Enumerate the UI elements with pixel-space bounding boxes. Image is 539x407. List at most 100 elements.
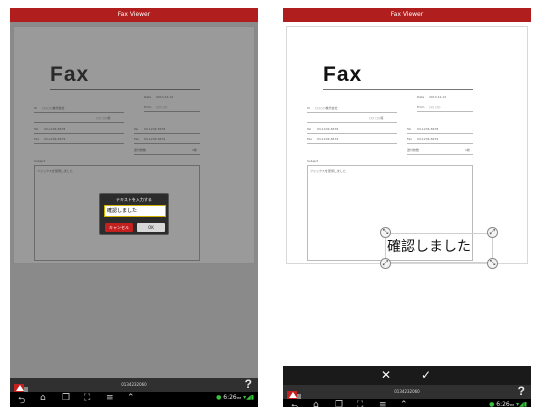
text-annotation[interactable]: 確認しました — [387, 236, 471, 256]
fax-value: 03-1234-5679 — [44, 137, 66, 141]
fax-value: 03-1234-5679 — [317, 137, 339, 141]
fax-number: 0134232060 — [394, 389, 420, 394]
phone-screen-annotation: Fax Viewer Fax Date 2013.12.12 To ○○○○株式… — [283, 8, 531, 407]
signal-icon: ▾◢▮ — [516, 401, 527, 407]
status-area: ● 6:26PM ▾◢▮ — [216, 394, 254, 401]
pages-value: 1枚 — [465, 148, 470, 152]
notification-dot-icon: ● — [489, 401, 495, 407]
tel-label: Tel — [307, 127, 312, 131]
date-label: Date — [144, 95, 152, 99]
resize-handle-icon[interactable]: ⤢ — [380, 258, 391, 269]
menu-icon[interactable]: ≡ — [379, 400, 387, 407]
subject-label: Subject — [307, 159, 319, 163]
from-label: From — [417, 105, 425, 109]
tel-label: Tel — [34, 127, 39, 131]
fax-viewer-content-dimmed: Fax Date 2013.12.12 To ○○○○株式会社 From ○○ … — [10, 22, 258, 378]
app-bar: 0134232060 ? — [10, 377, 258, 392]
title-bar: Fax Viewer — [10, 8, 258, 22]
fax-heading: Fax — [50, 63, 90, 86]
notification-dot-icon: ● — [216, 394, 222, 401]
screenshot-icon[interactable]: ⛶ — [84, 393, 90, 403]
resize-handle-icon[interactable]: ⤡ — [380, 227, 391, 238]
recent-apps-icon[interactable]: ❐ — [62, 393, 70, 403]
fax-heading: Fax — [323, 63, 363, 86]
fax-underline — [307, 143, 397, 144]
clock-ampm: PM — [236, 396, 242, 400]
home-icon[interactable]: ⌂ — [313, 400, 319, 407]
fax-viewer-content: Fax Date 2013.12.12 To ○○○○株式会社 From ○○ … — [283, 22, 531, 366]
to-person: ○○ ○○様 — [369, 116, 384, 120]
message-text: ファックスを受領しました — [310, 169, 346, 173]
ok-button[interactable]: OK — [137, 223, 165, 232]
fax-label: Fax — [307, 137, 313, 141]
subject-label: Subject — [34, 159, 46, 163]
tel-underline — [307, 133, 397, 134]
app-bar: 0134232060 ? — [283, 384, 531, 399]
from-underline — [417, 111, 473, 112]
fax-value-right: 03-1234-5679 — [144, 137, 166, 141]
pages-label: 送付枚数 — [134, 148, 147, 152]
system-nav-bar: ⮌ ⌂ ❐ ⛶ ≡ ⌃ ● 6:26PM ▾◢▮ — [10, 392, 258, 406]
app-title: Fax Viewer — [390, 11, 424, 18]
to-label: To — [34, 106, 38, 110]
text-input-dialog: テキストを入力する 確認しました キャンセル OK — [99, 193, 169, 235]
pages-value: 1枚 — [192, 148, 197, 152]
tel-label-right: Tel — [134, 127, 139, 131]
pages-label: 送付枚数 — [407, 148, 420, 152]
to-value: ○○○○株式会社 — [42, 106, 65, 110]
from-value: ○○ ○○ — [156, 105, 168, 109]
fax-underline-right — [407, 143, 473, 144]
heading-rule — [323, 89, 473, 90]
to-person-underline — [34, 122, 124, 123]
tel-underline — [34, 133, 124, 134]
recent-apps-icon[interactable]: ❐ — [335, 400, 343, 407]
fax-number: 0134232060 — [121, 382, 147, 387]
fax-label-right: Fax — [134, 137, 140, 141]
tel-value: 03-1234-5678 — [44, 127, 66, 131]
tel-value-right: 03-1234-5678 — [417, 127, 439, 131]
clock-time: 6:26 — [496, 401, 510, 407]
dialog-title: テキストを入力する — [116, 197, 152, 202]
fax-value-right: 03-1234-5679 — [417, 137, 439, 141]
tel-value: 03-1234-5678 — [317, 127, 339, 131]
home-icon[interactable]: ⌂ — [40, 393, 46, 403]
date-label: Date — [417, 95, 425, 99]
from-underline — [144, 111, 200, 112]
back-icon[interactable]: ⮌ — [18, 393, 25, 407]
signal-icon: ▾◢▮ — [243, 394, 254, 401]
tel-value-right: 03-1234-5678 — [144, 127, 166, 131]
tel-label-right: Tel — [407, 127, 412, 131]
fax-label: Fax — [34, 137, 40, 141]
from-value: ○○ ○○ — [429, 105, 441, 109]
fax-label-right: Fax — [407, 137, 413, 141]
resize-handle-icon[interactable]: ⤢ — [487, 227, 498, 238]
tel-underline-right — [134, 133, 200, 134]
to-person: ○○ ○○様 — [96, 116, 111, 120]
discard-icon[interactable]: ✕ — [381, 368, 391, 382]
menu-icon[interactable]: ≡ — [106, 393, 114, 403]
cancel-button[interactable]: キャンセル — [105, 223, 133, 232]
from-label: From — [144, 105, 152, 109]
back-icon[interactable]: ⮌ — [291, 400, 298, 407]
heading-rule — [50, 89, 200, 90]
up-icon[interactable]: ⌃ — [127, 393, 135, 403]
accept-icon[interactable]: ✓ — [421, 368, 431, 382]
help-icon[interactable]: ? — [518, 384, 525, 398]
clock-ampm: PM — [509, 403, 515, 407]
confirm-bar: ✕ ✓ — [283, 366, 531, 385]
message-text: ファックスを受領しました — [37, 169, 73, 173]
pages-underline — [134, 154, 200, 155]
help-icon[interactable]: ? — [245, 377, 252, 391]
clock-time: 6:26 — [223, 394, 237, 401]
screenshot-comparison: Fax Viewer Fax Date 2013.12.12 To ○○○○株式… — [0, 0, 539, 407]
title-bar: Fax Viewer — [283, 8, 531, 22]
screenshot-icon[interactable]: ⛶ — [357, 400, 363, 407]
text-input-field[interactable]: 確認しました — [104, 205, 166, 217]
tel-underline-right — [407, 133, 473, 134]
to-underline — [307, 112, 397, 113]
up-icon[interactable]: ⌃ — [400, 400, 408, 407]
to-person-underline — [307, 122, 397, 123]
to-label: To — [307, 106, 311, 110]
resize-handle-icon[interactable]: ⤡ — [487, 258, 498, 269]
fax-underline — [34, 143, 124, 144]
